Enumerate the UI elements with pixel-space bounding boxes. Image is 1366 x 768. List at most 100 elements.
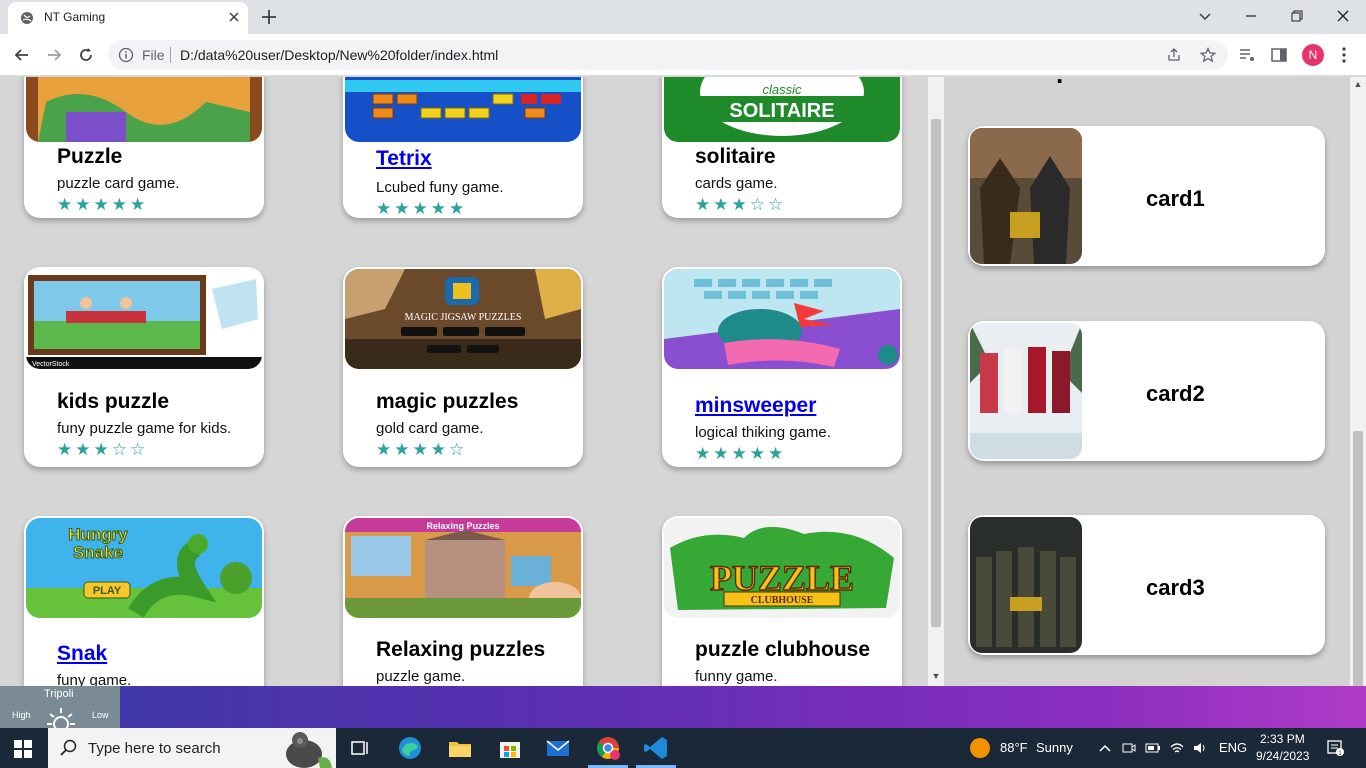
game-image-puzzle bbox=[26, 77, 262, 142]
reload-icon[interactable] bbox=[76, 45, 96, 65]
browser-tab[interactable]: NT Gaming bbox=[8, 2, 248, 34]
game-image-kids-puzzle: VectorStock bbox=[26, 269, 262, 369]
game-description: funny game. bbox=[695, 668, 778, 685]
game-card-kids-puzzle[interactable]: VectorStock kids puzzle funy puzzle game… bbox=[24, 267, 264, 467]
url-text[interactable]: D:/data%20user/Desktop/New%20folder/inde… bbox=[180, 47, 498, 63]
chevron-up-icon[interactable] bbox=[1097, 740, 1113, 756]
weather-city: Tripoli bbox=[44, 688, 74, 700]
rating-stars: ★★★★★ bbox=[376, 199, 468, 218]
forward-arrow-icon[interactable] bbox=[44, 45, 64, 65]
minimize-icon[interactable] bbox=[1240, 5, 1262, 27]
vectorstock-text: VectorStock bbox=[32, 361, 70, 368]
tray-weather-icon[interactable] bbox=[970, 738, 990, 758]
side-card-image bbox=[970, 128, 1082, 264]
game-card-puzzle[interactable]: Puzzle puzzle card game. ★★★★★ bbox=[24, 77, 264, 218]
notification-icon[interactable]: 1 bbox=[1326, 739, 1344, 757]
close-window-icon[interactable] bbox=[1332, 5, 1354, 27]
rating-stars: ★★★★☆ bbox=[376, 440, 468, 459]
game-title-link[interactable]: minsweeper bbox=[695, 394, 816, 418]
side-card-1[interactable]: card1 bbox=[968, 126, 1325, 266]
search-placeholder: Type here to search bbox=[88, 740, 221, 757]
address-bar[interactable]: File D:/data%20user/Desktop/New%20folder… bbox=[108, 40, 1228, 70]
game-title: puzzle clubhouse bbox=[695, 638, 871, 661]
share-icon[interactable] bbox=[1166, 47, 1182, 63]
battery-icon[interactable] bbox=[1145, 740, 1161, 756]
file-explorer-icon[interactable] bbox=[446, 734, 474, 762]
task-view-icon[interactable] bbox=[346, 734, 374, 762]
chrome-icon[interactable] bbox=[594, 734, 622, 762]
scroll-up-arrow-icon[interactable]: ▲ bbox=[1353, 79, 1363, 89]
game-card-tetrix[interactable]: Tetrix Lcubed funy game. ★★★★★ bbox=[343, 77, 583, 218]
game-title: solitaire bbox=[695, 145, 776, 168]
edge-browser-icon[interactable] bbox=[396, 734, 424, 762]
side-card-2[interactable]: card2 bbox=[968, 321, 1325, 461]
side-panel-icon[interactable] bbox=[1270, 46, 1288, 64]
solitaire-top-text: classic bbox=[762, 82, 802, 97]
profile-avatar[interactable]: N bbox=[1302, 44, 1324, 66]
game-card-puzzle-clubhouse[interactable]: PUZZLE CLUBHOUSE puzzle clubhouse funny … bbox=[662, 516, 902, 686]
game-card-solitaire[interactable]: classic SOLITAIRE deluxe solitaire cards… bbox=[662, 77, 902, 218]
game-description: funy game. bbox=[57, 672, 132, 686]
scroll-down-arrow-icon[interactable]: ▼ bbox=[931, 671, 941, 681]
address-separator bbox=[170, 47, 171, 63]
restore-icon[interactable] bbox=[1286, 5, 1308, 27]
vscode-icon[interactable] bbox=[642, 734, 670, 762]
game-image-magic-puzzles: MAGIC JIGSAW PUZZLES bbox=[345, 269, 581, 369]
game-image-minsweeper bbox=[664, 269, 900, 369]
wifi-icon[interactable] bbox=[1169, 740, 1185, 756]
game-image-puzzle-clubhouse: PUZZLE CLUBHOUSE bbox=[664, 518, 900, 618]
reading-list-icon[interactable] bbox=[1238, 46, 1256, 64]
sun-icon bbox=[47, 708, 75, 728]
side-card-image bbox=[970, 323, 1082, 459]
file-scheme-label: File bbox=[142, 47, 165, 63]
rating-stars: ★★★★★ bbox=[57, 195, 149, 214]
content-scrollbar[interactable]: ▼ bbox=[928, 77, 944, 686]
game-image-solitaire: classic SOLITAIRE deluxe bbox=[664, 77, 900, 142]
content-scrollbar-thumb[interactable] bbox=[931, 119, 941, 627]
side-card-title: card3 bbox=[1146, 575, 1205, 600]
game-description: Lcubed funy game. bbox=[376, 179, 504, 196]
taskbar-search[interactable]: Type here to search bbox=[48, 728, 336, 768]
browser-tab-strip: NT Gaming bbox=[0, 0, 1366, 34]
language-indicator[interactable]: ENG bbox=[1219, 740, 1247, 755]
search-icon bbox=[60, 739, 77, 756]
game-card-magic-puzzles[interactable]: MAGIC JIGSAW PUZZLES magic puzzles gold … bbox=[343, 267, 583, 467]
game-description: puzzle game. bbox=[376, 668, 466, 685]
page-viewport: Puzzle puzzle card game. ★★★★★ Tetrix Lc… bbox=[0, 77, 1366, 686]
windows-start-icon[interactable] bbox=[14, 740, 32, 758]
bookmark-star-icon[interactable] bbox=[1200, 47, 1216, 63]
game-image-tetrix bbox=[345, 77, 581, 142]
game-card-snak[interactable]: Hungry Snake PLAY Snak funy game. bbox=[24, 516, 264, 686]
clock-time[interactable]: 2:33 PM bbox=[1260, 732, 1305, 746]
menu-kebab-icon[interactable] bbox=[1336, 45, 1352, 65]
side-card-3[interactable]: card3 bbox=[968, 515, 1325, 655]
weather-widget[interactable]: Tripoli High Low bbox=[0, 686, 120, 728]
game-title-link[interactable]: Snak bbox=[57, 642, 107, 666]
game-image-snak: Hungry Snake PLAY bbox=[26, 518, 262, 618]
mail-icon[interactable] bbox=[544, 734, 572, 762]
right-panel-heading-fragment: . bbox=[1056, 77, 1063, 90]
meet-now-icon[interactable] bbox=[1121, 740, 1137, 756]
info-icon[interactable] bbox=[118, 47, 134, 63]
tab-search-chevron-icon[interactable] bbox=[1194, 5, 1216, 27]
taskbar: Type here to search 88°F Sunny ENG 2:33 … bbox=[0, 728, 1366, 768]
clock-date[interactable]: 9/24/2023 bbox=[1256, 749, 1309, 763]
game-image-relaxing-puzzles: Relaxing Puzzles bbox=[345, 518, 581, 618]
microsoft-store-icon[interactable] bbox=[496, 734, 524, 762]
snake-play-text: PLAY bbox=[93, 585, 122, 597]
back-arrow-icon[interactable] bbox=[12, 45, 32, 65]
page-scrollbar[interactable]: ▲ bbox=[1350, 77, 1366, 686]
tray-temperature[interactable]: 88°F bbox=[1000, 740, 1028, 755]
game-title-link[interactable]: Tetrix bbox=[376, 147, 432, 171]
solitaire-main-text: SOLITAIRE bbox=[729, 100, 834, 122]
game-title: kids puzzle bbox=[57, 390, 170, 413]
game-card-minsweeper[interactable]: minsweeper logical thiking game. ★★★★★ bbox=[662, 267, 902, 467]
page-scrollbar-thumb[interactable] bbox=[1353, 431, 1363, 686]
gorilla-illustration-icon bbox=[270, 728, 336, 768]
new-tab-icon[interactable] bbox=[258, 6, 280, 28]
volume-icon[interactable] bbox=[1192, 740, 1208, 756]
game-card-relaxing-puzzles[interactable]: Relaxing Puzzles Relaxing puzzles puzzle… bbox=[343, 516, 583, 686]
game-description: cards game. bbox=[695, 175, 778, 192]
close-tab-icon[interactable] bbox=[226, 9, 242, 25]
tray-weather-condition[interactable]: Sunny bbox=[1036, 740, 1073, 755]
